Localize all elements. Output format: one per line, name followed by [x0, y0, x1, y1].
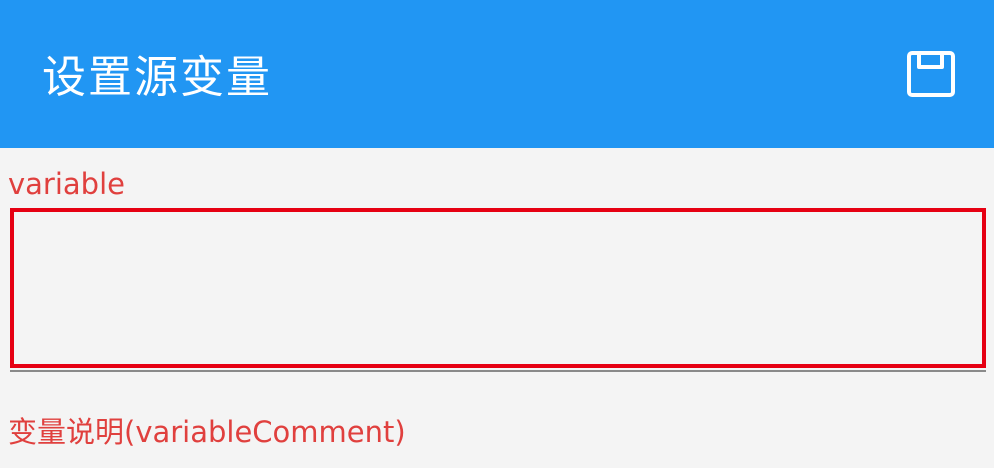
variable-input-underline — [10, 370, 986, 372]
variable-label: variable — [8, 167, 125, 201]
variable-comment-label: 变量说明(variableComment) — [8, 415, 406, 449]
form-content: variable 变量说明(variableComment) — [0, 148, 994, 468]
page-title: 设置源变量 — [42, 52, 272, 103]
save-button[interactable] — [896, 44, 966, 104]
save-icon — [907, 51, 955, 97]
variable-input[interactable] — [10, 208, 986, 368]
app-bar: 设置源变量 — [0, 0, 994, 148]
